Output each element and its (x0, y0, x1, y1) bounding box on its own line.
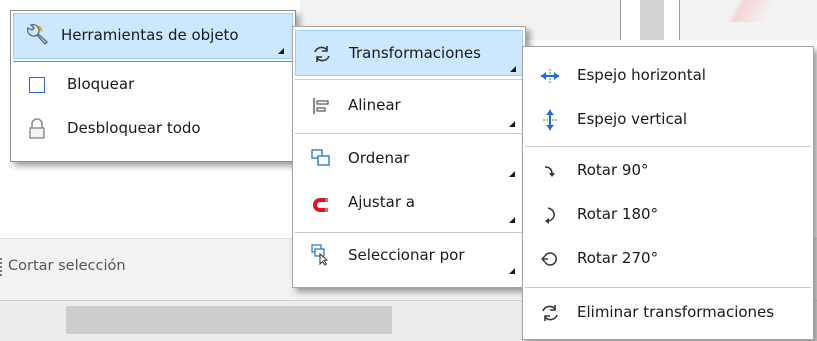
unlock-all-label: Desbloquear todo (67, 119, 201, 137)
rotate-180-menu-item[interactable]: Rotar 180° (525, 194, 811, 236)
object-tools-menu-item[interactable]: Herramientas de objeto (13, 13, 293, 59)
rotate-270-menu-item[interactable]: Rotar 270° (525, 238, 811, 280)
mirror-vertical-label: Espejo vertical (577, 110, 688, 128)
mirror-horizontal-menu-item[interactable]: Espejo horizontal (525, 55, 811, 97)
object-tools-label: Herramientas de objeto (61, 26, 239, 44)
align-label: Alinear (348, 96, 401, 114)
rotate-90-label: Rotar 90° (577, 161, 649, 179)
magnet-icon (313, 198, 328, 212)
snap-to-label: Ajustar a (348, 193, 415, 211)
menu-separator (295, 232, 523, 233)
mirror-vertical-icon (543, 110, 557, 130)
rotate-270-label: Rotar 270° (577, 249, 659, 267)
select-by-icon (311, 244, 329, 266)
remove-transformations-label: Eliminar transformaciones (577, 303, 775, 321)
submenu-arrow-icon (509, 268, 515, 274)
reset-transform-icon (542, 305, 558, 321)
submenu-arrow-icon (509, 171, 515, 177)
horizontal-scrollbar-thumb[interactable] (66, 306, 392, 334)
wrench-icon (26, 24, 49, 46)
mirror-horizontal-label: Espejo horizontal (577, 66, 706, 84)
transformations-menu-item[interactable]: Transformaciones (295, 30, 523, 76)
mirror-vertical-menu-item[interactable]: Espejo vertical (525, 99, 811, 141)
mirror-horizontal-icon (541, 69, 559, 83)
snap-to-menu-item[interactable]: Ajustar a (295, 183, 523, 229)
unlock-icon (29, 118, 45, 139)
select-by-label: Seleccionar por (348, 246, 465, 264)
rotate-270-icon (541, 252, 557, 266)
transformations-label: Transformaciones (349, 44, 481, 62)
menu-separator (525, 287, 811, 288)
cut-selection-icon (0, 258, 6, 276)
menu-separator (525, 146, 811, 147)
remove-transformations-menu-item[interactable]: Eliminar transformaciones (525, 291, 811, 335)
transformations-submenu: Espejo horizontal Espejo vertical Rotar … (522, 46, 814, 340)
align-menu-item[interactable]: Alinear (295, 83, 523, 131)
cut-selection-label[interactable]: Cortar selección (8, 258, 126, 274)
object-tools-menu: Herramientas de objeto Bloquear Desbloqu… (10, 10, 296, 162)
order-label: Ordenar (348, 149, 410, 167)
submenu-arrow-icon (278, 48, 284, 54)
transform-icon (314, 46, 330, 62)
menu-separator (295, 79, 523, 80)
lock-label: Bloquear (67, 75, 135, 93)
align-icon (313, 98, 329, 114)
submenu-arrow-icon (509, 217, 515, 223)
rotate-90-icon (544, 166, 555, 177)
menu-separator (13, 61, 293, 62)
unlock-all-menu-item[interactable]: Desbloquear todo (13, 109, 293, 151)
menu-separator (295, 133, 523, 134)
rotate-90-menu-item[interactable]: Rotar 90° (525, 150, 811, 192)
checkbox-icon (29, 77, 45, 93)
top-panel-box-fill (640, 0, 664, 40)
order-menu-item[interactable]: Ordenar (295, 137, 523, 183)
watermark (700, 0, 817, 22)
select-by-menu-item[interactable]: Seleccionar por (295, 236, 523, 282)
rotate-180-icon (545, 207, 555, 224)
submenu-arrow-icon (510, 66, 516, 72)
order-icon (311, 149, 330, 166)
lock-menu-item[interactable]: Bloquear (13, 65, 293, 107)
object-tools-submenu: Transformaciones Alinear Ordenar Ajustar… (292, 26, 526, 288)
rotate-180-label: Rotar 180° (577, 205, 659, 223)
submenu-arrow-icon (509, 121, 515, 127)
